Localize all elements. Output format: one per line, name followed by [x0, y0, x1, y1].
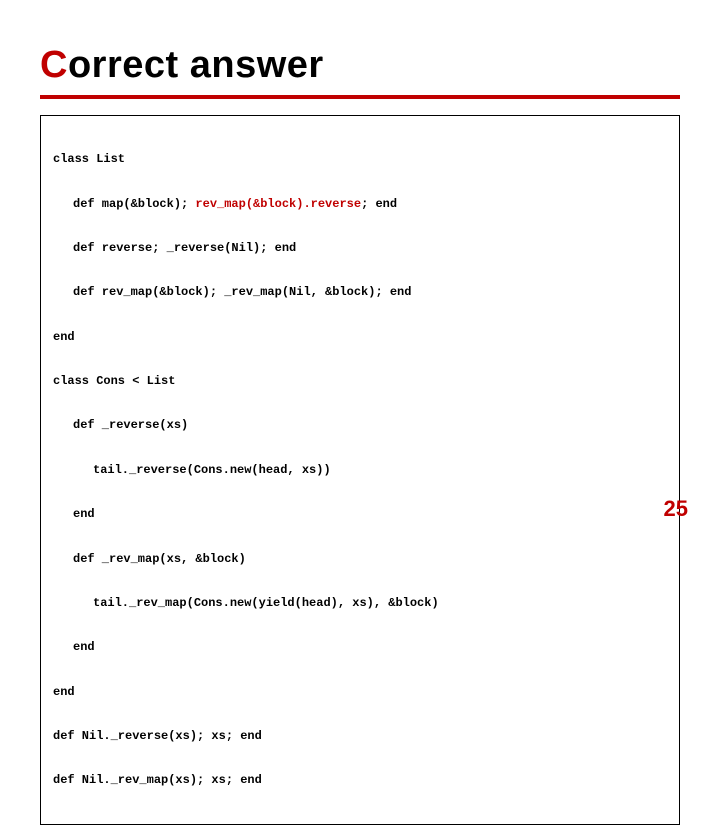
code-line: tail._rev_map(Cons.new(yield(head), xs),… — [53, 592, 667, 614]
code-line: def Nil._reverse(xs); xs; end — [53, 725, 667, 747]
code-line: end — [53, 636, 667, 658]
code-text: ; end — [361, 197, 397, 211]
title-underline — [40, 95, 680, 99]
code-line: def Nil._rev_map(xs); xs; end — [53, 769, 667, 791]
code-line: def _reverse(xs) — [53, 414, 667, 436]
title-accent: C — [40, 44, 68, 86]
code-line: class Cons < List — [53, 370, 667, 392]
code-line: end — [53, 681, 667, 703]
code-highlight: rev_map(&block).reverse — [195, 197, 361, 211]
slide: Correct answer class List def map(&block… — [0, 0, 720, 540]
code-block: class List def map(&block); rev_map(&blo… — [40, 115, 680, 825]
code-line: end — [53, 503, 667, 525]
code-line: class List — [53, 148, 667, 170]
title-rest: orrect answer — [68, 44, 324, 86]
slide-title: Correct answer — [40, 44, 680, 87]
code-line: def reverse; _reverse(Nil); end — [53, 237, 667, 259]
code-line: def rev_map(&block); _rev_map(Nil, &bloc… — [53, 281, 667, 303]
code-line: end — [53, 326, 667, 348]
code-text: def map(&block); — [73, 197, 195, 211]
page-number: 25 — [664, 496, 688, 522]
code-line: def _rev_map(xs, &block) — [53, 548, 667, 570]
code-line: def map(&block); rev_map(&block).reverse… — [53, 193, 667, 215]
code-line: tail._reverse(Cons.new(head, xs)) — [53, 459, 667, 481]
